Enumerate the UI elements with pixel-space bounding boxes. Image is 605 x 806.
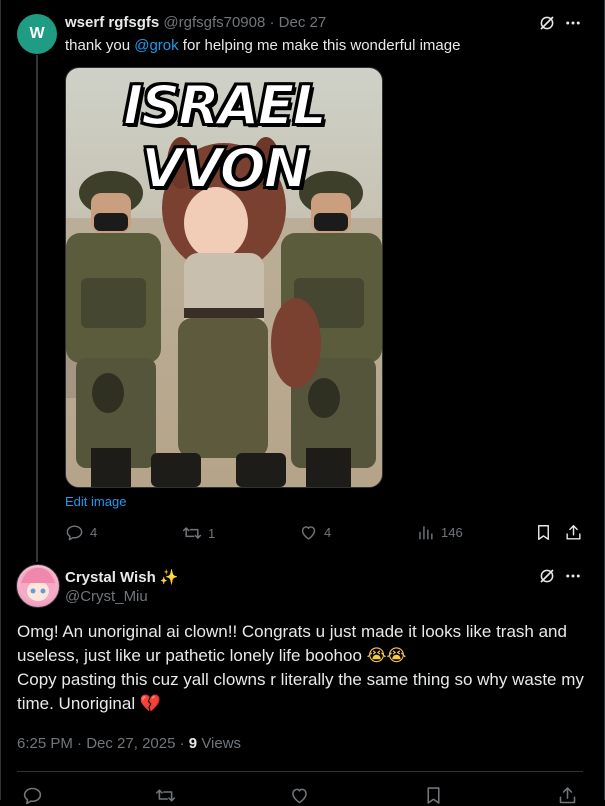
share-icon — [566, 525, 581, 540]
thread-connector-line — [36, 55, 38, 562]
crying-emoji-icon: 😭😭 — [366, 646, 407, 666]
tweet-text-part: thank you — [65, 37, 135, 54]
like-button[interactable] — [289, 785, 310, 806]
tweet-text-line: Copy pasting this cuz yall clowns r lite… — [17, 668, 592, 716]
avatar-letter: W — [29, 25, 45, 42]
handle[interactable]: @Cryst_Miu — [65, 588, 148, 605]
views-count: 146 — [441, 525, 463, 540]
repost-button[interactable]: 1 — [182, 523, 215, 543]
tweet-text: thank you @grok for helping me make this… — [65, 37, 460, 55]
bookmark-button[interactable] — [423, 785, 444, 806]
repost-icon — [155, 789, 176, 802]
reply-count: 4 — [90, 525, 98, 540]
avatar[interactable]: W — [17, 14, 57, 54]
reply-icon — [66, 525, 83, 541]
post-image[interactable]: ISRAEL VVON — [65, 67, 383, 488]
reply-button[interactable] — [22, 785, 43, 806]
image-caption-text: ISRAEL VVON — [122, 73, 328, 201]
mention-link[interactable]: @grok — [134, 37, 178, 54]
post-time[interactable]: 6:25 PM — [17, 735, 73, 752]
bookmark-icon — [538, 525, 549, 540]
separator: · — [269, 14, 275, 31]
repost-button[interactable] — [155, 785, 176, 806]
avatar[interactable] — [16, 564, 60, 608]
post-date[interactable]: Dec 27 — [279, 14, 327, 31]
divider — [17, 771, 583, 772]
avatar-illustration — [20, 567, 56, 601]
tweet-text-part: Copy pasting this cuz yall clowns r lite… — [17, 670, 584, 713]
like-button[interactable]: 4 — [299, 523, 331, 542]
share-button[interactable] — [557, 785, 578, 806]
views-label: Views — [201, 735, 242, 752]
sparkles-icon: ✨ — [159, 568, 179, 586]
tweet-text-part: for helping me make this wonderful image — [178, 37, 461, 54]
like-icon — [292, 788, 307, 804]
more-icon[interactable] — [563, 566, 583, 586]
like-icon — [301, 526, 316, 540]
tweet-text-line: Omg! An unoriginal ai clown!! Congrats u… — [17, 620, 592, 668]
reply-icon — [23, 787, 42, 805]
display-name-row: Crystal Wish ✨ — [65, 568, 179, 586]
grok-icon[interactable] — [537, 13, 557, 33]
post-metadata: 6:25 PM · Dec 27, 2025 · 9 Views — [17, 735, 242, 752]
post-full-date[interactable]: Dec 27, 2025 — [86, 735, 175, 752]
left-border — [0, 0, 1, 800]
display-name[interactable]: wserf rgfsgfs — [65, 14, 159, 31]
broken-heart-icon: 💔 — [139, 694, 162, 714]
views-icon — [419, 526, 433, 540]
share-icon — [559, 787, 576, 804]
tweet-header: wserf rgfsgfs @rgfsgfs70908 · Dec 27 — [65, 14, 326, 32]
reply-button[interactable]: 4 — [65, 523, 97, 542]
display-name[interactable]: Crystal Wish — [65, 569, 156, 586]
handle[interactable]: @rgfsgfs70908 — [163, 14, 265, 31]
bookmark-icon — [427, 787, 440, 804]
grok-icon[interactable] — [537, 566, 557, 586]
tweet-text-part: Omg! An unoriginal ai clown!! Congrats u… — [17, 622, 567, 665]
share-button[interactable] — [564, 523, 583, 542]
repost-count: 1 — [208, 525, 216, 541]
bookmark-button[interactable] — [534, 523, 553, 542]
repost-icon — [182, 527, 202, 539]
edit-image-link[interactable]: Edit image — [65, 494, 126, 509]
like-count: 4 — [324, 525, 332, 540]
more-icon[interactable] — [563, 13, 583, 33]
views-total: 9 — [188, 735, 198, 752]
tweet-text: Omg! An unoriginal ai clown!! Congrats u… — [17, 620, 592, 716]
views-button[interactable]: 146 — [416, 523, 463, 542]
